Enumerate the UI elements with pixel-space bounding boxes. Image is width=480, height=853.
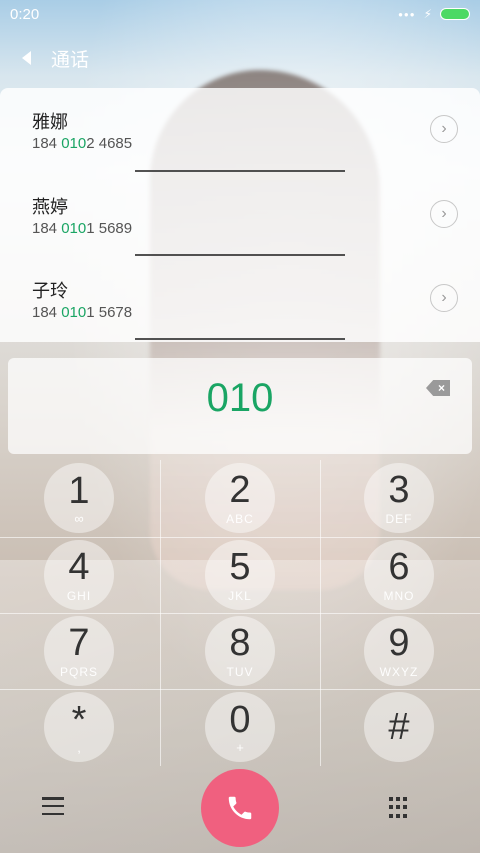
- key-0[interactable]: 0 +: [205, 692, 275, 762]
- matched-digits: 010: [61, 135, 87, 152]
- signal-dots-icon: ●●●: [398, 9, 416, 19]
- digit-display: 010 ×: [8, 358, 472, 454]
- keypad-grid-line: [0, 613, 480, 614]
- contact-row[interactable]: 子玲 184 0101 5678 ›: [0, 257, 480, 342]
- contact-name: 雅娜: [32, 112, 68, 132]
- status-icons: ●●● ⚡: [398, 7, 470, 21]
- contact-number: 184 0102 4685: [32, 135, 133, 152]
- divider: [135, 254, 345, 256]
- key-3[interactable]: 3 DEF: [364, 463, 434, 533]
- chevron-right-icon: ›: [441, 120, 447, 137]
- matched-digits: 010: [61, 220, 87, 237]
- key-1[interactable]: 1 ∞: [44, 463, 114, 533]
- key-9[interactable]: 9 WXYZ: [364, 616, 434, 686]
- charging-icon: ⚡: [423, 7, 432, 21]
- contact-details-button[interactable]: ›: [430, 284, 458, 312]
- key-6[interactable]: 6 MNO: [364, 540, 434, 610]
- status-time: 0:20: [10, 5, 40, 23]
- key-hash[interactable]: #: [364, 692, 434, 762]
- contact-suggestions: 雅娜 184 0102 4685 › 燕婷 184 0101 5689 › 子玲…: [0, 88, 480, 342]
- contact-details-button[interactable]: ›: [430, 200, 458, 228]
- menu-icon[interactable]: [42, 797, 64, 815]
- entered-digits: 010: [206, 376, 274, 420]
- contact-number: 184 0101 5689: [32, 220, 133, 237]
- key-7[interactable]: 7 PQRS: [44, 616, 114, 686]
- dialpad-icon[interactable]: [389, 797, 411, 819]
- keypad-grid-line: [0, 689, 480, 690]
- phone-icon: [228, 796, 252, 820]
- back-arrow-icon[interactable]: [22, 51, 31, 65]
- contact-number: 184 0101 5678: [32, 304, 133, 321]
- key-5[interactable]: 5 JKL: [205, 540, 275, 610]
- key-8[interactable]: 8 TUV: [205, 616, 275, 686]
- call-button[interactable]: [201, 769, 279, 847]
- contact-row[interactable]: 燕婷 184 0101 5689 ›: [0, 173, 480, 258]
- contact-name: 子玲: [32, 281, 68, 301]
- status-bar: 0:20 ●●● ⚡: [0, 0, 480, 28]
- contact-row[interactable]: 雅娜 184 0102 4685 ›: [0, 88, 480, 173]
- contact-name: 燕婷: [32, 197, 68, 217]
- divider: [135, 338, 345, 340]
- keypad-grid-line: [320, 460, 321, 766]
- chevron-right-icon: ›: [441, 205, 447, 222]
- divider: [135, 170, 345, 172]
- battery-icon: [440, 8, 470, 20]
- key-star[interactable]: * ,: [44, 692, 114, 762]
- voicemail-icon: ∞: [74, 510, 84, 526]
- dial-keypad: 1 ∞ 2 ABC 3 DEF 4 GHI 5 JKL 6 MNO 7 PQRS…: [0, 460, 480, 766]
- matched-digits: 010: [61, 304, 87, 321]
- contact-details-button[interactable]: ›: [430, 115, 458, 143]
- key-4[interactable]: 4 GHI: [44, 540, 114, 610]
- page-title: 通话: [51, 49, 90, 71]
- keypad-grid-line: [0, 537, 480, 538]
- key-2[interactable]: 2 ABC: [205, 463, 275, 533]
- title-bar: 通话: [0, 40, 480, 76]
- chevron-right-icon: ›: [441, 289, 447, 306]
- keypad-grid-line: [160, 460, 161, 766]
